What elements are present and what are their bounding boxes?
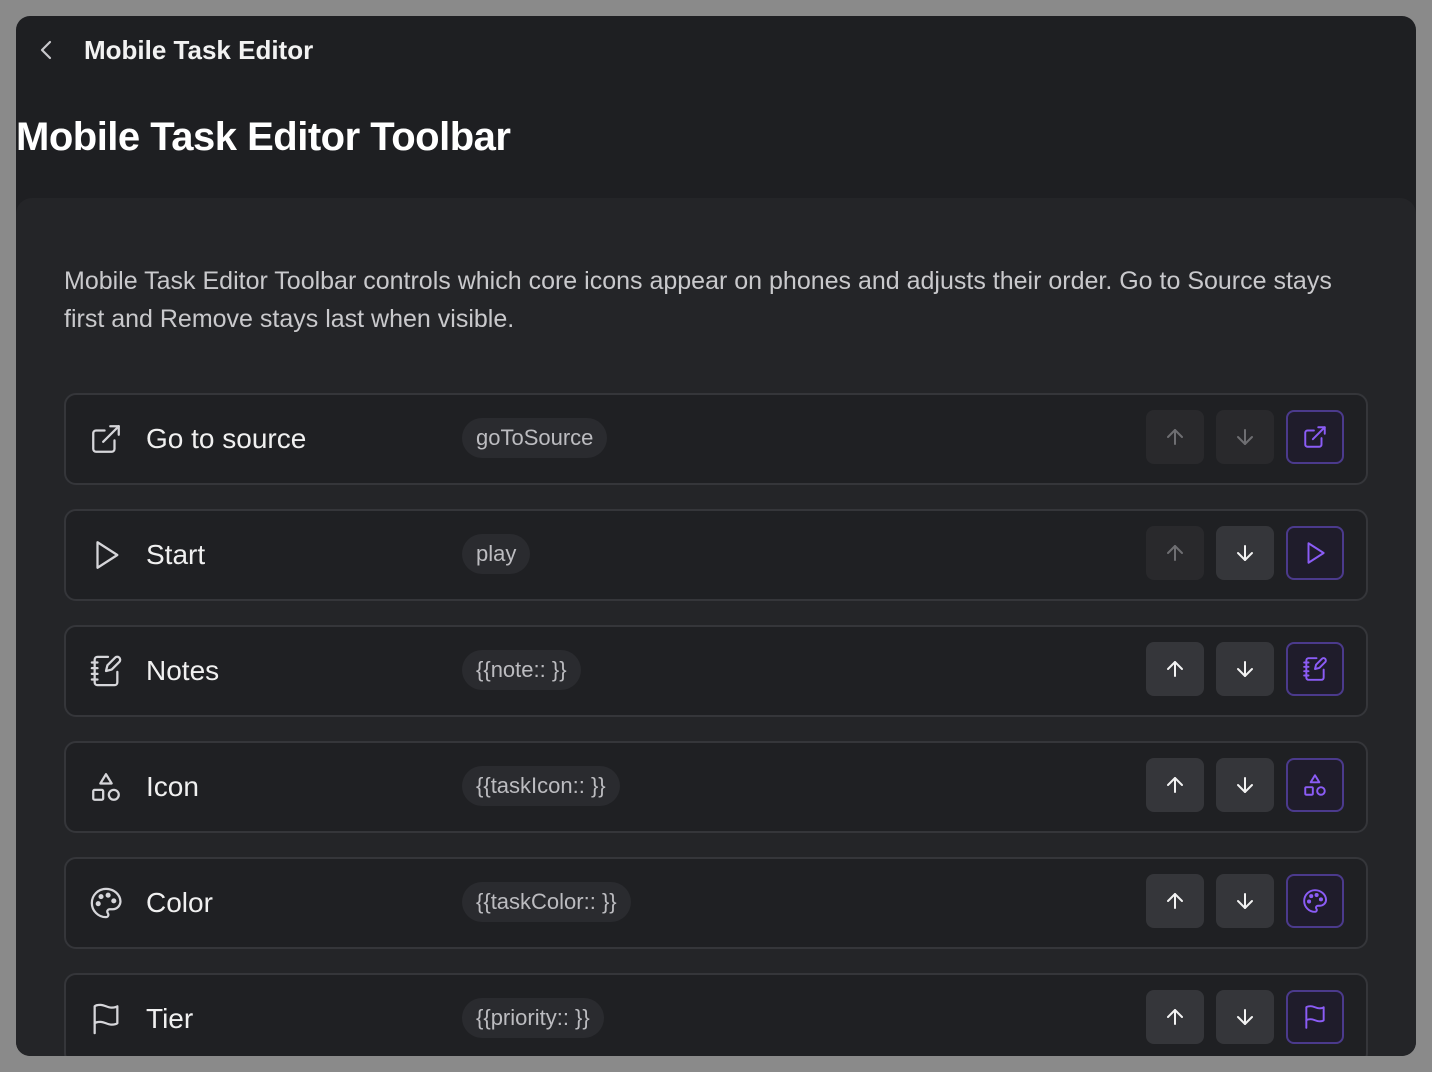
- flag-icon: [1302, 1004, 1328, 1030]
- move-up-button[interactable]: [1146, 758, 1204, 812]
- palette-icon: [1302, 888, 1328, 914]
- arrow-down-icon: [1233, 889, 1257, 913]
- arrow-up-icon: [1163, 657, 1187, 681]
- item-label: Notes: [146, 655, 220, 686]
- item-label: Tier: [146, 1003, 194, 1034]
- item-label: Color: [146, 887, 213, 918]
- visibility-toggle-button[interactable]: [1286, 758, 1344, 812]
- notebook-pen-icon: [88, 653, 124, 689]
- move-up-button[interactable]: [1146, 410, 1204, 464]
- move-up-button[interactable]: [1146, 526, 1204, 580]
- move-up-button[interactable]: [1146, 642, 1204, 696]
- description-text: Mobile Task Editor Toolbar controls whic…: [64, 267, 1332, 333]
- chevron-left-icon: [37, 38, 57, 62]
- arrow-up-icon: [1163, 541, 1187, 565]
- palette-icon: [88, 885, 124, 921]
- visibility-toggle-button[interactable]: [1286, 526, 1344, 580]
- arrow-down-icon: [1233, 541, 1257, 565]
- item-code-badge: play: [462, 534, 531, 574]
- visibility-toggle-button[interactable]: [1286, 990, 1344, 1044]
- arrow-up-icon: [1163, 889, 1187, 913]
- toolbar-item-row: Icon {{taskIcon:: }}: [64, 741, 1368, 833]
- arrow-down-icon: [1233, 773, 1257, 797]
- item-code-badge: goToSource: [462, 418, 608, 458]
- notebook-pen-icon: [1302, 656, 1328, 682]
- arrow-up-icon: [1163, 1005, 1187, 1029]
- arrow-up-icon: [1163, 425, 1187, 449]
- play-icon: [1302, 540, 1328, 566]
- visibility-toggle-button[interactable]: [1286, 642, 1344, 696]
- page-title: Mobile Task Editor Toolbar: [16, 115, 511, 159]
- toolbar-item-row: Go to source goToSource: [64, 393, 1368, 485]
- move-down-button[interactable]: [1216, 642, 1274, 696]
- item-label: Go to source: [146, 423, 307, 454]
- item-label: Start: [146, 539, 206, 570]
- arrow-down-icon: [1233, 425, 1257, 449]
- move-down-button[interactable]: [1216, 874, 1274, 928]
- move-down-button[interactable]: [1216, 758, 1274, 812]
- item-code-badge: {{taskIcon:: }}: [462, 766, 620, 806]
- top-bar: Mobile Task Editor: [16, 16, 1416, 84]
- arrow-down-icon: [1233, 657, 1257, 681]
- toolbar-item-row: Notes {{note:: }}: [64, 625, 1368, 717]
- item-code-badge: {{taskColor:: }}: [462, 882, 631, 922]
- arrow-down-icon: [1233, 1005, 1257, 1029]
- flag-icon: [88, 1001, 124, 1037]
- move-down-button[interactable]: [1216, 990, 1274, 1044]
- item-code-badge: {{note:: }}: [462, 650, 581, 690]
- toolbar-items-list: Go to source goToSource Start play Notes…: [64, 393, 1368, 1056]
- move-up-button[interactable]: [1146, 990, 1204, 1044]
- visibility-toggle-button[interactable]: [1286, 874, 1344, 928]
- external-link-icon: [88, 421, 124, 457]
- visibility-toggle-button[interactable]: [1286, 410, 1344, 464]
- settings-panel: Mobile Task Editor Toolbar controls whic…: [16, 198, 1416, 1056]
- move-down-button[interactable]: [1216, 410, 1274, 464]
- external-link-icon: [1302, 424, 1328, 450]
- topbar-title: Mobile Task Editor: [84, 35, 314, 65]
- item-label: Icon: [146, 771, 199, 802]
- play-icon: [88, 537, 124, 573]
- item-code-badge: {{priority:: }}: [462, 998, 604, 1038]
- settings-window: Mobile Task Editor Mobile Task Editor To…: [16, 16, 1416, 1056]
- shapes-icon: [88, 769, 124, 805]
- back-button[interactable]: [34, 36, 60, 64]
- move-down-button[interactable]: [1216, 526, 1274, 580]
- toolbar-item-row: Start play: [64, 509, 1368, 601]
- arrow-up-icon: [1163, 773, 1187, 797]
- toolbar-item-row: Color {{taskColor:: }}: [64, 857, 1368, 949]
- move-up-button[interactable]: [1146, 874, 1204, 928]
- toolbar-item-row: Tier {{priority:: }}: [64, 973, 1368, 1056]
- shapes-icon: [1302, 772, 1328, 798]
